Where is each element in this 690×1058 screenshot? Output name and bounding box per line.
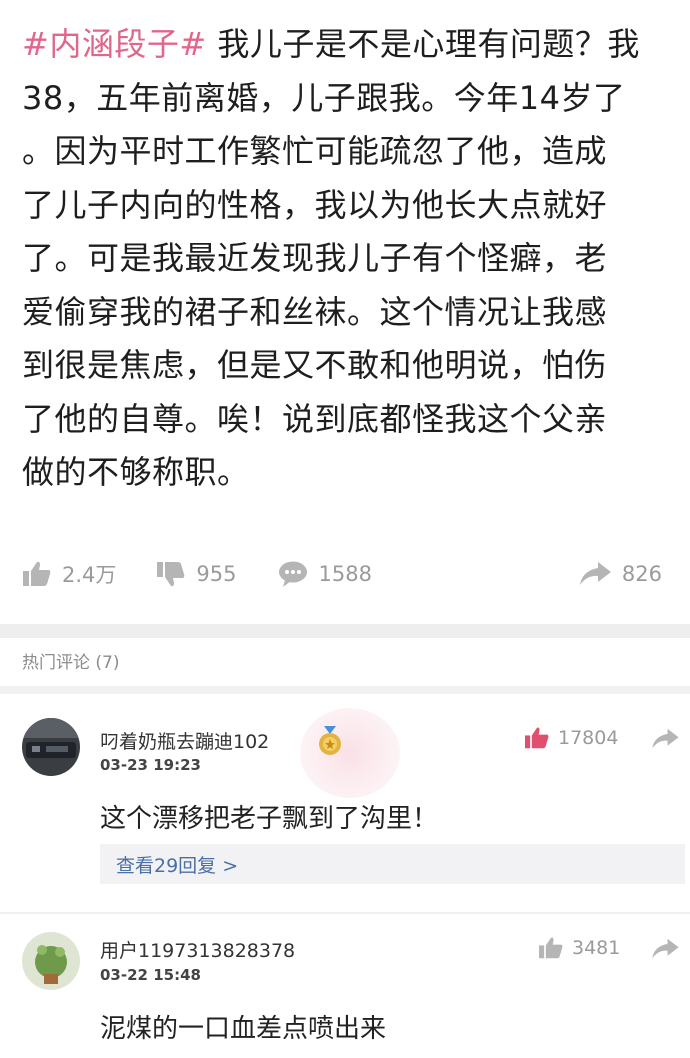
post-action-bar: 2.4万 955 1588 826 [22, 556, 662, 592]
dislike-count: 955 [196, 562, 237, 586]
thumb-up-icon [23, 561, 51, 586]
comment-item: 叼着奶瓶去蹦迪102 03-23 19:23 17804 这个漂移把老子飘到了沟… [0, 694, 690, 912]
comment-text: 泥煤的一口血差点喷出来 [100, 1014, 387, 1044]
share-icon[interactable] [650, 728, 680, 750]
post-body: #内涵段子# 我儿子是不是心理有问题？我 38，五年前离婚，儿子跟我。今年14岁… [22, 18, 668, 500]
avatar[interactable] [22, 718, 80, 776]
comment-like-count: 3481 [572, 937, 621, 959]
hot-comments-divider [0, 686, 690, 694]
post-line-4: 了儿子内向的性格，我以为他长大点就好 [22, 185, 608, 224]
hot-comments-header: 热门评论 (7) [22, 653, 120, 673]
section-divider [0, 624, 690, 638]
share-button[interactable]: 826 [578, 561, 662, 587]
dislike-button[interactable]: 955 [156, 560, 237, 588]
post-line-6: 爱偷穿我的裙子和丝袜。这个情况让我感 [22, 292, 608, 331]
comment-username[interactable]: 用户1197313828378 [100, 936, 295, 963]
comment-item: 用户1197313828378 03-22 15:48 3481 泥煤的一口血差… [0, 914, 690, 1058]
post-line-2: 38，五年前离婚，儿子跟我。今年14岁了 [22, 78, 626, 117]
comment-like-count: 17804 [558, 727, 619, 749]
comment-like-button[interactable]: 17804 [524, 726, 618, 750]
post-line-5: 了。可是我最近发现我儿子有个怪癖，老 [22, 239, 608, 277]
post-line-8: 了他的自尊。唉！说到底都怪我这个父亲 [22, 399, 608, 438]
share-icon[interactable] [650, 938, 680, 960]
comment-count: 1588 [318, 562, 372, 586]
thumb-up-icon [539, 937, 563, 959]
comment-button[interactable]: 1588 [277, 560, 372, 588]
like-button[interactable]: 2.4万 [22, 559, 116, 589]
post-card: #内涵段子# 我儿子是不是心理有问题？我 38，五年前离婚，儿子跟我。今年14岁… [0, 0, 690, 620]
avatar[interactable] [22, 932, 80, 990]
comment-timestamp: 03-22 15:48 [100, 966, 201, 984]
comment-text: 这个漂移把老子飘到了沟里！ [100, 804, 439, 834]
post-line-9: 做的不够称职。 [22, 453, 250, 491]
medal-icon [319, 726, 341, 755]
comment-username[interactable]: 叼着奶瓶去蹦迪102 [100, 727, 269, 754]
comment-like-button[interactable]: 3481 [538, 936, 620, 960]
post-line-1: #内涵段子# 我儿子是不是心理有问题？我 [22, 25, 640, 63]
post-line-3: 。因为平时工作繁忙可能疏忽了他，造成 [22, 132, 608, 170]
share-icon [579, 562, 611, 585]
share-count: 826 [621, 562, 662, 586]
post-line-7: 到很是焦虑，但是又不敢和他明说，怕伤 [22, 346, 608, 384]
thumb-up-icon [525, 727, 549, 749]
view-replies-link[interactable]: 查看29回复 > [100, 844, 685, 884]
comment-icon [278, 561, 307, 587]
like-count: 2.4万 [62, 563, 117, 587]
comment-timestamp: 03-23 19:23 [100, 756, 201, 774]
topic-tag[interactable]: #内涵段子# [22, 25, 207, 63]
thumb-down-icon [157, 562, 185, 587]
